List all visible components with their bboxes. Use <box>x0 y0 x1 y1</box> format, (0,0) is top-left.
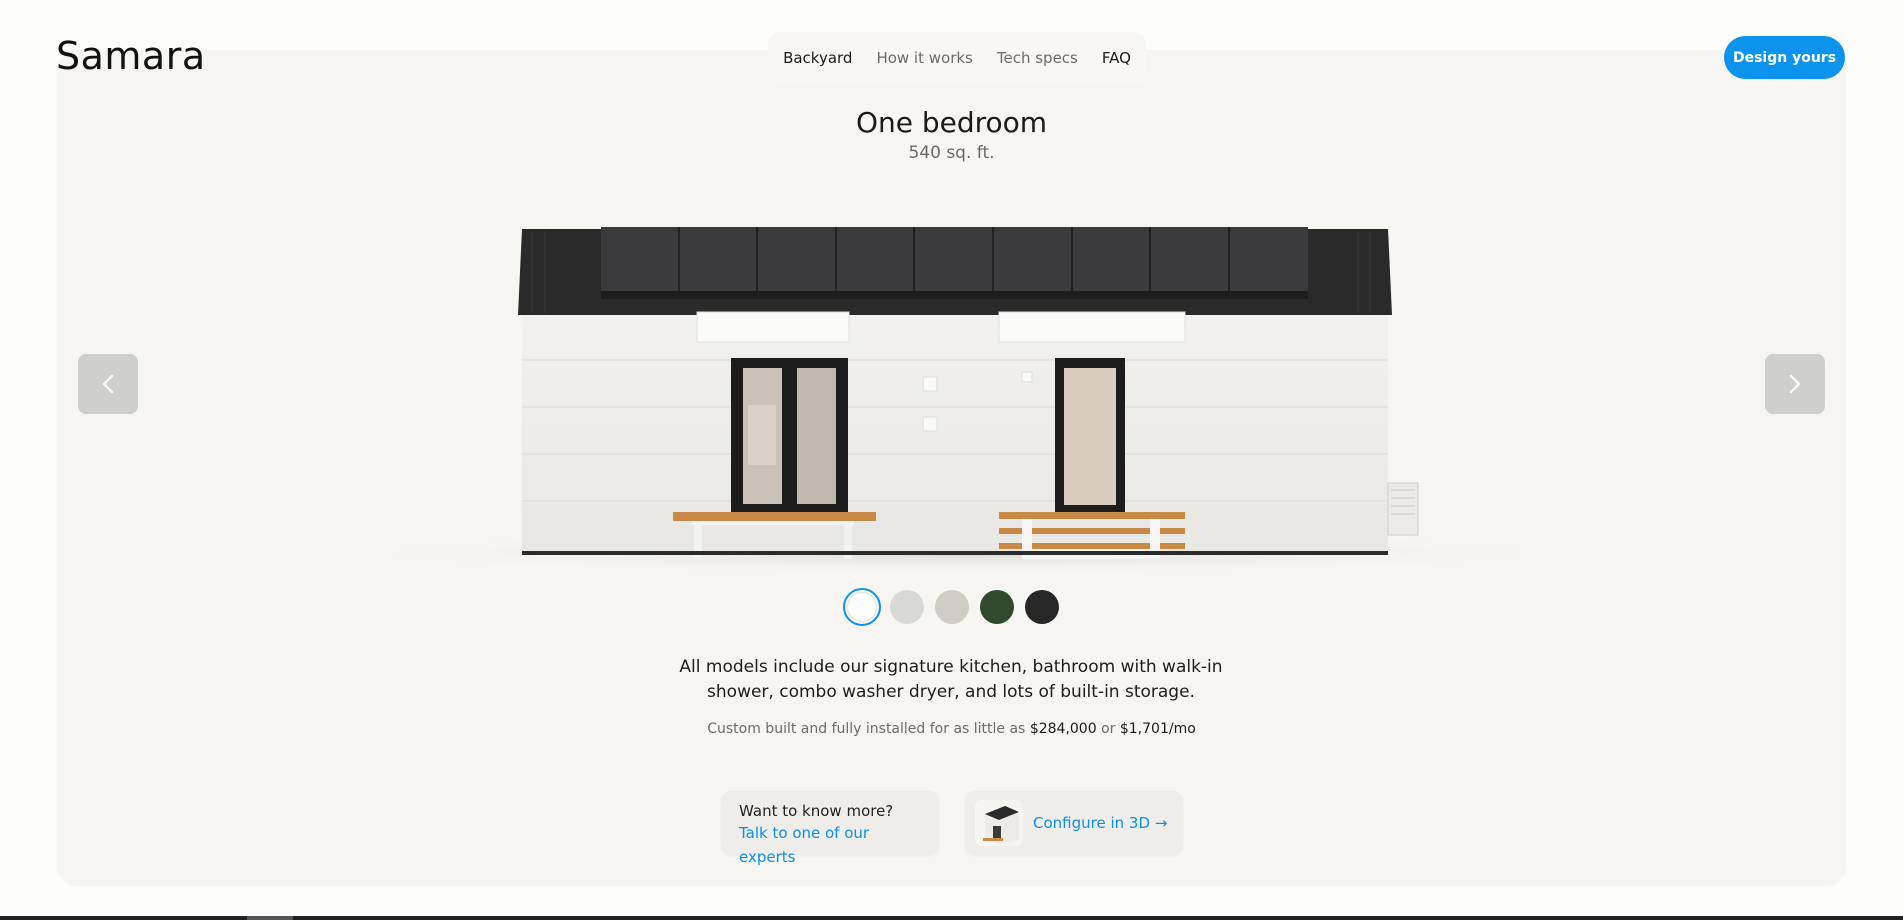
carousel-prev-button[interactable] <box>78 354 138 414</box>
house-thumbnail <box>975 800 1023 846</box>
nav-item-how-it-works[interactable]: How it works <box>876 49 972 67</box>
nav-item-faq[interactable]: FAQ <box>1102 49 1131 67</box>
price-total: $284,000 <box>1029 721 1097 737</box>
pricing-prefix: Custom built and fully installed for as … <box>707 721 1030 737</box>
design-yours-button[interactable]: Design yours <box>1724 36 1845 79</box>
swatch-green[interactable] <box>978 588 1016 626</box>
model-area: 540 sq. ft. <box>908 143 995 163</box>
main-nav: Backyard How it works Tech specs FAQ <box>768 32 1146 84</box>
experts-question: Want to know more? <box>739 802 894 820</box>
price-monthly: $1,701/mo <box>1119 721 1196 737</box>
model-description: All models include our signature kitchen… <box>679 657 1223 702</box>
top-strip <box>0 0 1903 14</box>
pricing-line: Custom built and fully installed for as … <box>0 721 1903 737</box>
configure-3d-link[interactable]: Configure in 3D → <box>1033 814 1167 832</box>
chevron-right-icon <box>1789 374 1801 394</box>
nav-item-backyard[interactable]: Backyard <box>783 49 852 67</box>
nav-item-tech-specs[interactable]: Tech specs <box>997 49 1078 67</box>
configure-card[interactable]: Configure in 3D → <box>965 791 1183 855</box>
samara-logo[interactable]: Samara <box>56 34 206 78</box>
bottom-bar <box>0 916 1903 920</box>
carousel-next-button[interactable] <box>1765 354 1825 414</box>
model-title: One bedroom <box>855 106 1048 139</box>
swatch-stone[interactable] <box>933 588 971 626</box>
color-swatches <box>843 588 1061 626</box>
pricing-joiner: or <box>1096 721 1120 737</box>
house-image <box>270 215 1640 575</box>
experts-card[interactable]: Want to know more? Talk to one of our ex… <box>721 791 939 866</box>
swatch-charcoal[interactable] <box>1023 588 1061 626</box>
swatch-white[interactable] <box>843 588 881 626</box>
talk-to-experts-link[interactable]: Talk to one of our experts <box>739 821 921 869</box>
chevron-left-icon <box>102 374 114 394</box>
swatch-light-gray[interactable] <box>888 588 926 626</box>
